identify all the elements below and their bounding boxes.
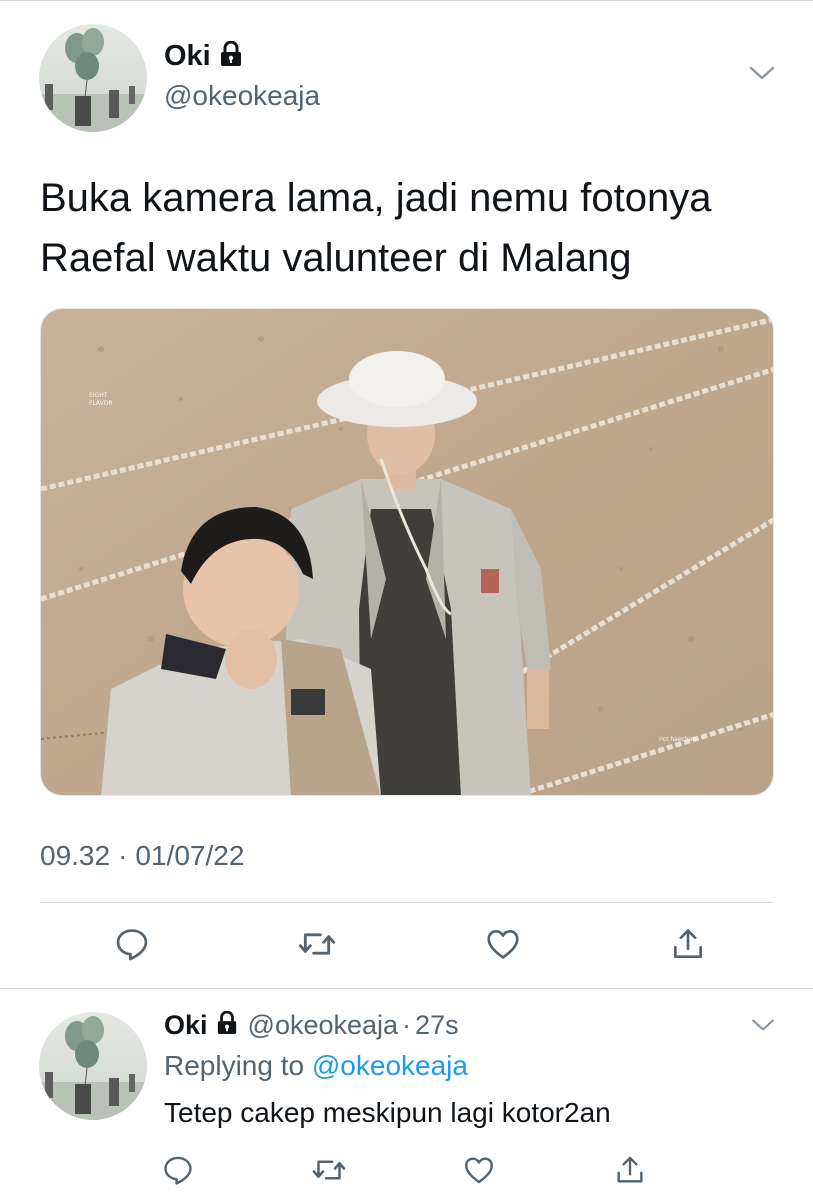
tweet-photo[interactable]: EIGHT FLAVOR nct haechan [40,308,774,796]
tweet-actions [110,922,710,966]
meta-separator: · [402,1010,412,1040]
user-handle[interactable]: @okeokeaja [248,1010,399,1041]
reply-header: Oki @okeokeaja · 27s [164,1010,459,1041]
display-name[interactable]: Oki [164,40,211,73]
chevron-down-icon[interactable] [748,64,776,87]
avatar[interactable] [39,1012,147,1120]
retweet-icon[interactable] [309,1150,349,1190]
like-icon[interactable] [459,1150,499,1190]
replying-to: Replying to @okeokeaja [164,1050,468,1082]
retweet-icon[interactable] [295,922,339,966]
like-icon[interactable] [481,922,525,966]
avatar[interactable] [39,24,147,132]
chevron-down-icon[interactable] [750,1017,776,1038]
tweet-actions [158,1150,650,1190]
mention-link[interactable]: @okeokeaja [312,1050,468,1081]
svg-text:EIGHT: EIGHT [89,392,108,399]
svg-text:nct haechan: nct haechan [659,736,696,743]
user-handle[interactable]: @okeokeaja [164,80,320,112]
meta-separator: · [118,840,128,871]
svg-text:FLAVOR: FLAVOR [89,400,113,407]
display-name[interactable]: Oki [164,1010,208,1041]
reply-icon[interactable] [158,1150,198,1190]
tweet-meta: 09.32 · 01/07/22 [40,840,244,872]
top-divider [0,0,813,1]
share-icon[interactable] [610,1150,650,1190]
tweet-text: Buka kamera lama, jadi nemu fotonya Raef… [40,176,712,280]
tweet-time[interactable]: 09.32 [40,840,110,871]
tweet-date[interactable]: 01/07/22 [135,840,244,871]
tweet-text: Tetep cakep meskipun lagi kotor2an [164,1097,611,1128]
share-icon[interactable] [666,922,710,966]
lock-icon [216,1010,238,1040]
tweet-time[interactable]: 27s [415,1010,459,1041]
divider [40,902,773,903]
replying-to-label: Replying to [164,1050,305,1081]
divider [0,988,813,989]
reply-icon[interactable] [110,922,154,966]
lock-icon [219,40,243,72]
